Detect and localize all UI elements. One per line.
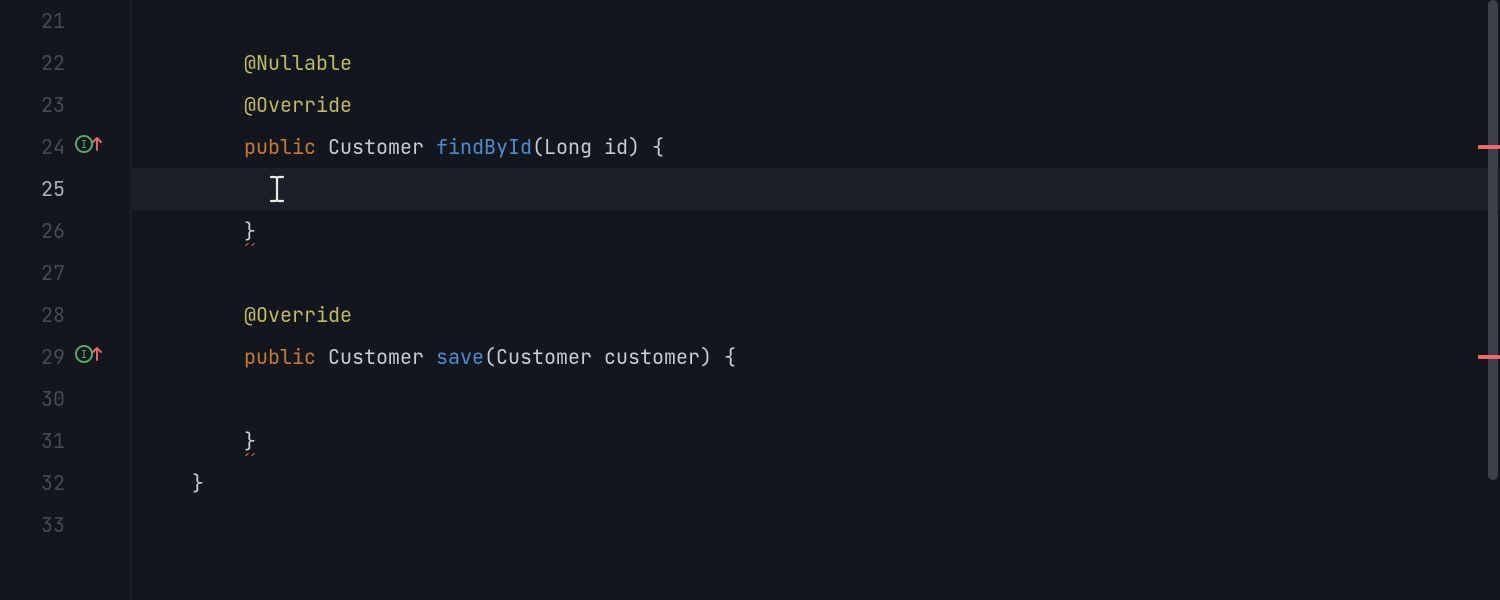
token-punc: } <box>244 428 256 454</box>
token-text <box>424 134 436 160</box>
code-line[interactable]: public Customer save(Customer customer) … <box>130 336 1500 378</box>
line-number: 30 <box>0 386 65 412</box>
line-number: 28 <box>0 302 65 328</box>
svg-text:I: I <box>81 138 88 151</box>
token-type: Customer <box>496 344 592 370</box>
code-editor[interactable]: 21 22 23 24 I 25 26 27 28 29 I 30 31 32 33 @Nullable @O… <box>0 0 1500 600</box>
token-type: Customer <box>328 344 424 370</box>
line-number: 23 <box>0 92 65 118</box>
token-text <box>592 134 604 160</box>
line-number: 24 <box>0 134 65 160</box>
code-line[interactable] <box>130 252 1500 294</box>
token-keyword: public <box>244 344 316 370</box>
code-line[interactable]: } <box>130 462 1500 504</box>
token-text <box>592 344 604 370</box>
token-punc: ( <box>532 134 544 160</box>
code-line[interactable]: @Override <box>130 294 1500 336</box>
token-text <box>424 344 436 370</box>
token-method: save <box>436 344 484 370</box>
code-line[interactable] <box>130 504 1500 546</box>
token-text <box>712 344 724 370</box>
line-number: 27 <box>0 260 65 286</box>
token-type: Long <box>544 134 592 160</box>
code-area[interactable]: @Nullable @Override public Customer findBy… <box>130 0 1500 600</box>
token-punc: ( <box>484 344 496 370</box>
token-text <box>316 344 328 370</box>
token-annotation: @Override <box>244 302 352 328</box>
token-text <box>640 134 652 160</box>
token-punc: ) <box>628 134 640 160</box>
gutter: 21 22 23 24 I 25 26 27 28 29 I 30 31 32 33 <box>0 0 130 600</box>
token-annotation: @Nullable <box>244 50 352 76</box>
token-text <box>316 134 328 160</box>
token-param: id <box>604 134 628 160</box>
line-number: 31 <box>0 428 65 454</box>
line-number: 32 <box>0 470 65 496</box>
code-line[interactable]: @Nullable <box>130 42 1500 84</box>
svg-text:I: I <box>81 348 88 361</box>
code-line[interactable] <box>130 378 1500 420</box>
token-keyword: public <box>244 134 316 160</box>
line-number: 29 <box>0 344 65 370</box>
error-stripe-mark[interactable] <box>1478 145 1500 149</box>
token-punc: } <box>244 218 256 244</box>
code-line[interactable]: @Override <box>130 84 1500 126</box>
line-number: 33 <box>0 512 65 538</box>
code-line[interactable]: } <box>130 420 1500 462</box>
code-line[interactable] <box>130 168 1500 210</box>
right-gutter <box>1410 0 1500 600</box>
code-line[interactable]: public Customer findById(Long id) { <box>130 126 1500 168</box>
line-number: 22 <box>0 50 65 76</box>
token-punc: ) <box>700 344 712 370</box>
implementing-method-icon[interactable]: I <box>75 132 103 162</box>
implementing-method-icon[interactable]: I <box>75 342 103 372</box>
line-number: 26 <box>0 218 65 244</box>
line-number: 21 <box>0 8 65 34</box>
token-punc: } <box>192 470 204 496</box>
error-stripe-mark[interactable] <box>1478 355 1500 359</box>
error-stripe[interactable] <box>1488 0 1500 600</box>
line-number: 25 <box>0 176 65 202</box>
token-param: customer <box>604 344 700 370</box>
token-type: Customer <box>328 134 424 160</box>
token-punc: { <box>652 134 664 160</box>
token-method: findById <box>436 134 532 160</box>
token-annotation: @Override <box>244 92 352 118</box>
token-punc: { <box>724 344 736 370</box>
code-line[interactable]: } <box>130 210 1500 252</box>
code-line[interactable] <box>130 0 1500 42</box>
